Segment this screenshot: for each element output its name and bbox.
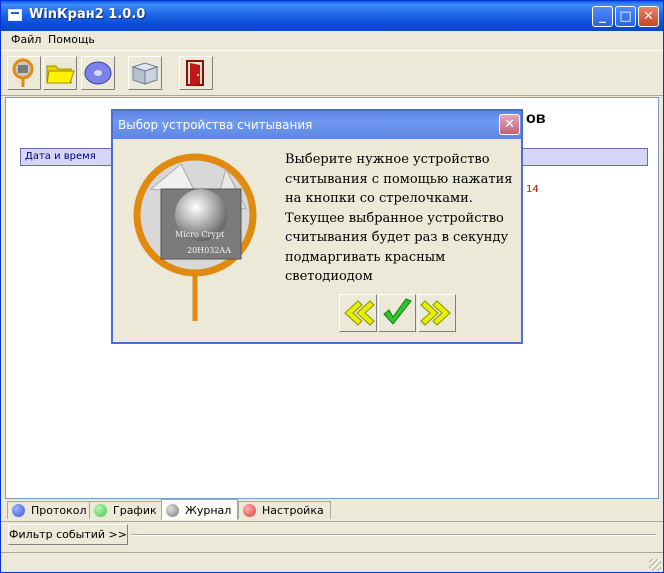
red-status-text: 14 <box>526 184 539 195</box>
app-window-icon <box>8 9 22 21</box>
maximize-icon: □ <box>619 9 632 24</box>
dialog-title: Выбор устройства считывания <box>118 118 313 132</box>
page-heading: ов <box>526 110 546 127</box>
event-filter-button[interactable]: Фильтр событий >> <box>8 524 128 545</box>
double-chevron-right-icon <box>420 300 451 326</box>
tab-settings[interactable]: Настройка <box>238 501 331 519</box>
green-circle-icon <box>94 504 107 517</box>
tab-label: График <box>113 504 157 517</box>
filter-divider <box>131 534 656 536</box>
toolbar <box>1 50 663 96</box>
reader-device-image: Micro Crypt 20H032AA <box>131 149 261 327</box>
checkmark-icon <box>383 298 412 325</box>
title-bar[interactable]: WinКран2 1.0.0 _ □ ✕ <box>1 1 663 31</box>
resize-grip-icon[interactable] <box>649 559 661 571</box>
menu-bar: Файл Помощь <box>1 31 663 49</box>
window-title: WinКран2 1.0.0 <box>29 7 146 22</box>
tab-label: Журнал <box>185 504 232 517</box>
disk-icon <box>84 61 112 85</box>
tab-journal[interactable]: Журнал <box>161 499 239 520</box>
blue-circle-icon <box>12 504 25 517</box>
reader-device-icon: Micro Crypt 20H032AA <box>133 153 257 321</box>
tab-label: Настройка <box>262 504 324 517</box>
tab-label: Протокол <box>31 504 87 517</box>
status-bar <box>1 552 663 572</box>
tab-strip: Протокол График Журнал Настройка <box>1 499 663 522</box>
gray-circle-icon <box>166 504 179 517</box>
chip-label-brand: Micro Crypt <box>175 230 225 239</box>
red-circle-icon <box>243 504 256 517</box>
toolbar-search-reader-button[interactable] <box>7 56 41 90</box>
menu-help[interactable]: Помощь <box>48 33 95 46</box>
confirm-device-button[interactable] <box>378 294 416 332</box>
tab-chart[interactable]: График <box>89 501 164 519</box>
minimize-button[interactable]: _ <box>592 6 613 27</box>
exit-door-icon <box>186 60 204 86</box>
previous-device-button[interactable] <box>339 294 377 332</box>
main-window: WinКран2 1.0.0 _ □ ✕ Файл Помощь ов Дата… <box>0 0 664 573</box>
dialog-title-bar[interactable]: Выбор устройства считывания ✕ <box>113 111 521 139</box>
toolbar-exit-button[interactable] <box>179 56 213 90</box>
dialog-message: Выберите нужное устройство считывания с … <box>285 152 513 284</box>
close-icon: ✕ <box>504 117 515 132</box>
close-icon: ✕ <box>643 9 654 24</box>
box-icon <box>131 62 159 85</box>
filter-bar: Фильтр событий >> <box>1 522 663 550</box>
toolbar-disk-button[interactable] <box>81 56 115 90</box>
maximize-button[interactable]: □ <box>615 6 636 27</box>
menu-file[interactable]: Файл <box>11 33 41 46</box>
dialog-close-button[interactable]: ✕ <box>499 114 520 135</box>
column-header-datetime[interactable]: Дата и время <box>25 151 96 162</box>
open-folder-icon <box>46 65 75 84</box>
minimize-icon: _ <box>599 9 606 24</box>
device-select-dialog: Выбор устройства считывания ✕ Micro Cryp… <box>111 109 523 344</box>
toolbar-open-button[interactable] <box>43 56 77 90</box>
toolbar-box-button[interactable] <box>128 56 162 90</box>
reader-search-icon <box>12 58 34 87</box>
double-chevron-left-icon <box>344 300 375 326</box>
tab-protocol[interactable]: Протокол <box>7 501 94 519</box>
close-button[interactable]: ✕ <box>638 6 659 27</box>
next-device-button[interactable] <box>418 294 456 332</box>
chip-label-code: 20H032AA <box>187 246 231 255</box>
